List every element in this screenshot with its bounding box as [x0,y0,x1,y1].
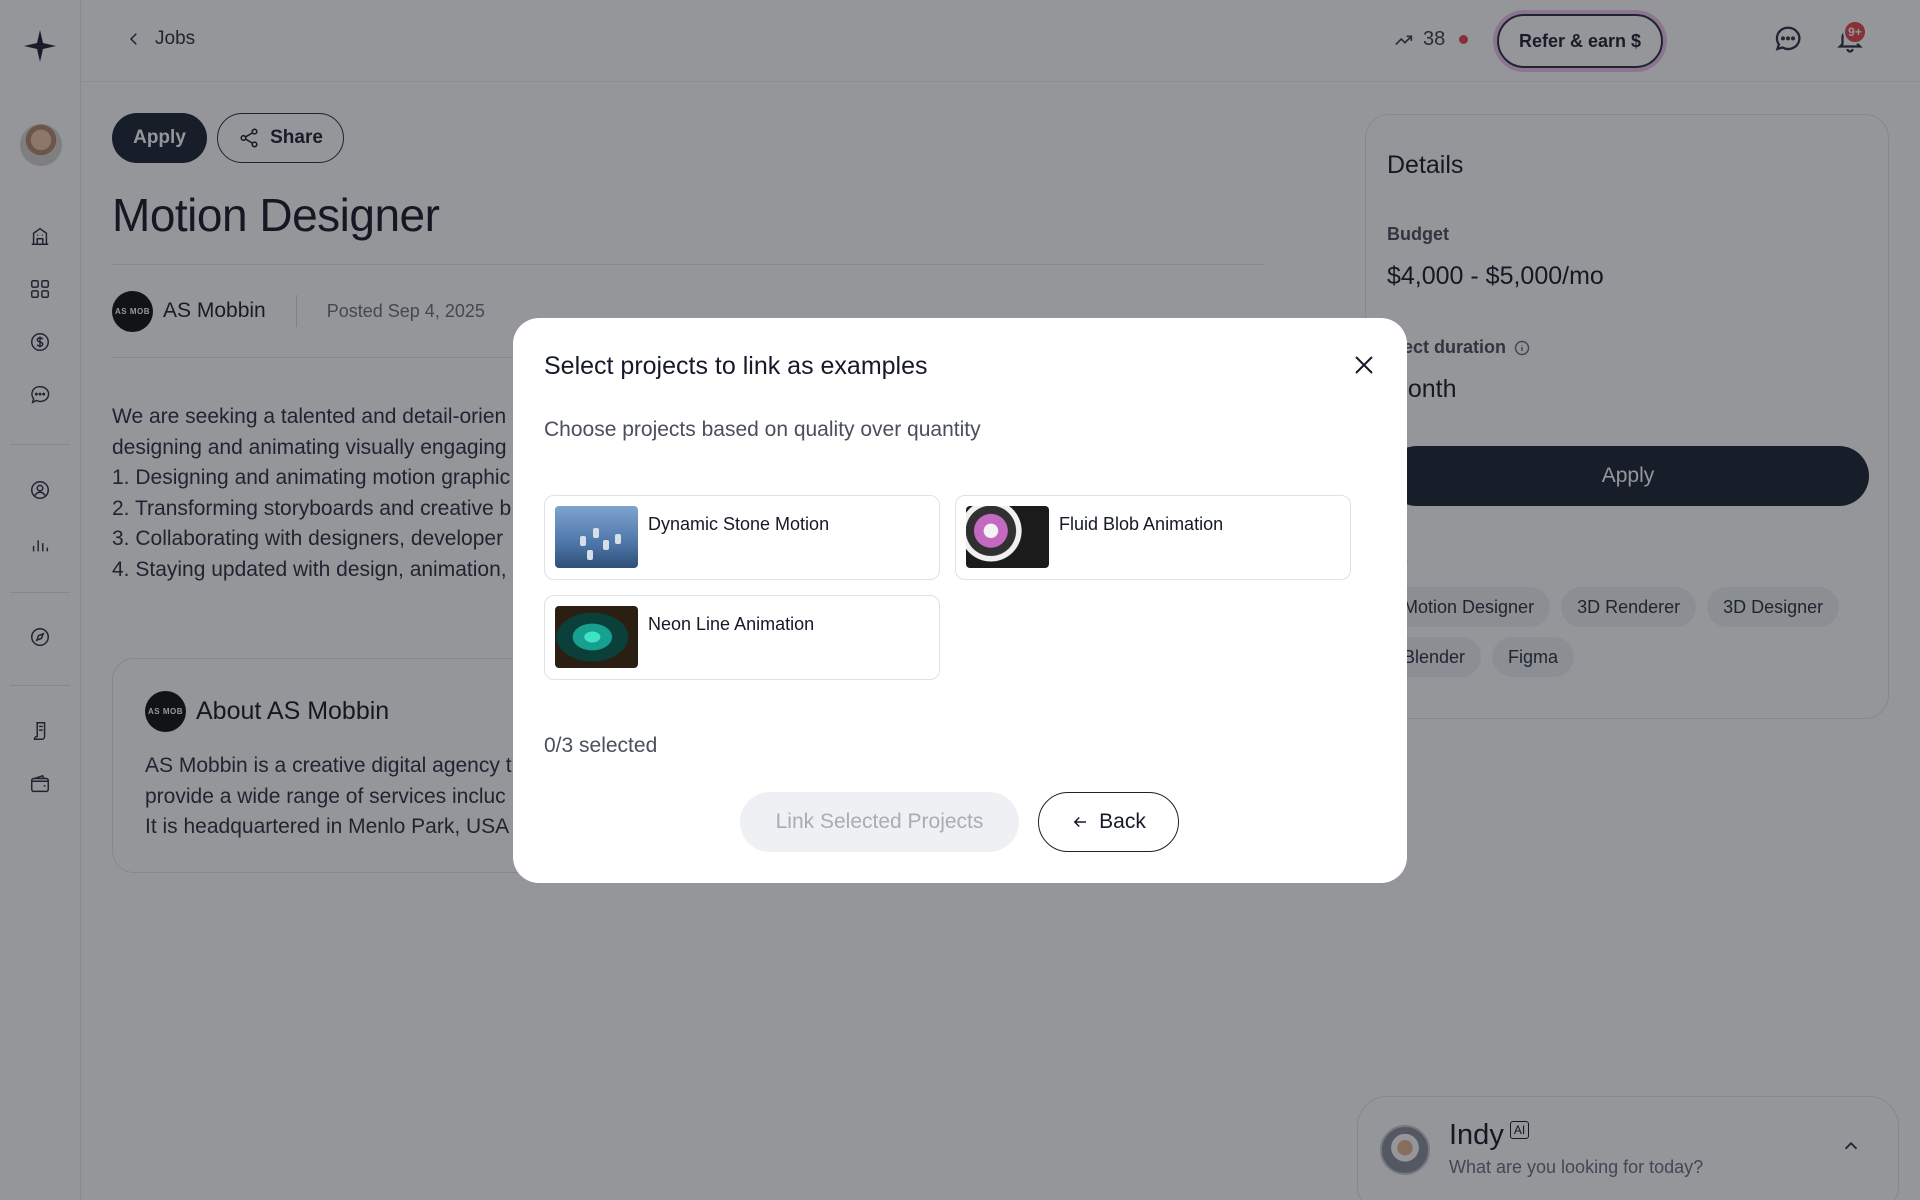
back-label: Back [1099,810,1146,833]
back-button[interactable]: Back [1038,792,1179,852]
project-name: Neon Line Animation [648,614,815,634]
project-thumbnail [555,506,638,568]
modal-title: Select projects to link as examples [544,352,928,380]
project-card-dynamic-stone[interactable]: Dynamic Stone Motion [544,495,940,580]
modal-subtitle: Choose projects based on quality over qu… [544,418,981,441]
link-selected-projects-button[interactable]: Link Selected Projects [740,792,1019,852]
project-name: Dynamic Stone Motion [648,514,830,534]
project-thumbnail [966,506,1049,568]
project-card-neon-line[interactable]: Neon Line Animation [544,595,940,680]
link-projects-modal: Select projects to link as examples Choo… [513,318,1407,883]
arrow-left-icon [1073,816,1087,828]
close-icon[interactable] [1347,348,1381,382]
project-card-fluid-blob[interactable]: Fluid Blob Animation [955,495,1351,580]
project-name: Fluid Blob Animation [1059,514,1224,534]
project-thumbnail [555,606,638,668]
selected-count: 0/3 selected [544,734,658,757]
